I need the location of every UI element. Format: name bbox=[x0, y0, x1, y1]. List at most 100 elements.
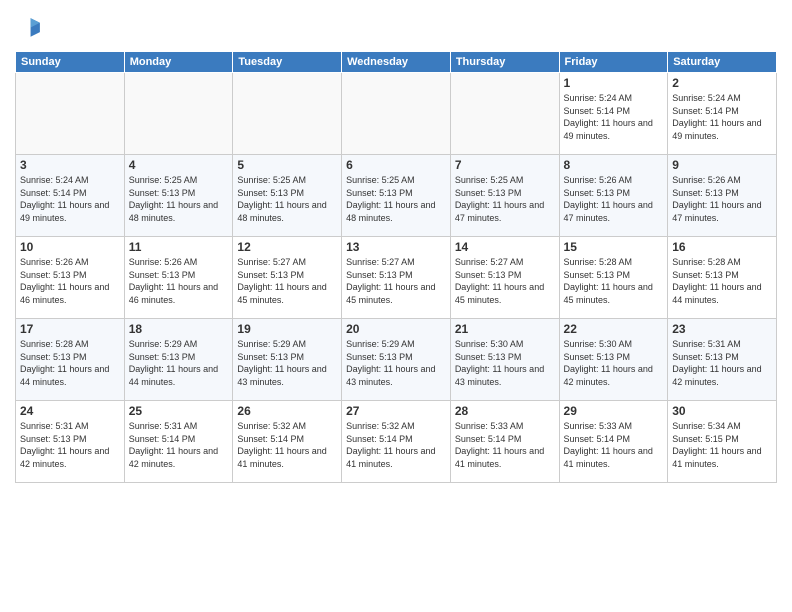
calendar-cell: 7 Sunrise: 5:25 AMSunset: 5:13 PMDaylight… bbox=[450, 155, 559, 237]
day-info: Sunrise: 5:33 AMSunset: 5:14 PMDaylight:… bbox=[455, 420, 555, 470]
day-number: 21 bbox=[455, 322, 555, 336]
weekday-header-sunday: Sunday bbox=[16, 52, 125, 73]
day-number: 23 bbox=[672, 322, 772, 336]
calendar-cell: 15 Sunrise: 5:28 AMSunset: 5:13 PMDayligh… bbox=[559, 237, 668, 319]
calendar-cell: 20 Sunrise: 5:29 AMSunset: 5:13 PMDayligh… bbox=[342, 319, 451, 401]
calendar-week-row: 1Sunrise: 5:24 AMSunset: 5:14 PMDaylight… bbox=[16, 73, 777, 155]
weekday-header-wednesday: Wednesday bbox=[342, 52, 451, 73]
day-info: Sunrise: 5:27 AMSunset: 5:13 PMDaylight:… bbox=[455, 256, 555, 306]
day-info: Sunrise: 5:24 AMSunset: 5:14 PMDaylight:… bbox=[20, 174, 120, 224]
day-number: 28 bbox=[455, 404, 555, 418]
calendar-cell: 2Sunrise: 5:24 AMSunset: 5:14 PMDaylight… bbox=[668, 73, 777, 155]
day-info: Sunrise: 5:27 AMSunset: 5:13 PMDaylight:… bbox=[346, 256, 446, 306]
weekday-header-thursday: Thursday bbox=[450, 52, 559, 73]
day-info: Sunrise: 5:25 AMSunset: 5:13 PMDaylight:… bbox=[346, 174, 446, 224]
day-info: Sunrise: 5:26 AMSunset: 5:13 PMDaylight:… bbox=[20, 256, 120, 306]
day-number: 26 bbox=[237, 404, 337, 418]
header bbox=[15, 10, 777, 43]
day-info: Sunrise: 5:26 AMSunset: 5:13 PMDaylight:… bbox=[129, 256, 229, 306]
calendar-cell: 5 Sunrise: 5:25 AMSunset: 5:13 PMDaylight… bbox=[233, 155, 342, 237]
calendar-cell bbox=[342, 73, 451, 155]
day-number: 30 bbox=[672, 404, 772, 418]
calendar-cell bbox=[450, 73, 559, 155]
calendar-cell: 24 Sunrise: 5:31 AMSunset: 5:13 PMDayligh… bbox=[16, 401, 125, 483]
calendar-table: SundayMondayTuesdayWednesdayThursdayFrid… bbox=[15, 51, 777, 483]
day-info: Sunrise: 5:29 AMSunset: 5:13 PMDaylight:… bbox=[346, 338, 446, 388]
calendar-cell: 14 Sunrise: 5:27 AMSunset: 5:13 PMDayligh… bbox=[450, 237, 559, 319]
day-number: 13 bbox=[346, 240, 446, 254]
day-info: Sunrise: 5:31 AMSunset: 5:13 PMDaylight:… bbox=[672, 338, 772, 388]
calendar-week-row: 10 Sunrise: 5:26 AMSunset: 5:13 PMDayligh… bbox=[16, 237, 777, 319]
weekday-header-monday: Monday bbox=[124, 52, 233, 73]
day-info: Sunrise: 5:28 AMSunset: 5:13 PMDaylight:… bbox=[564, 256, 664, 306]
day-info: Sunrise: 5:25 AMSunset: 5:13 PMDaylight:… bbox=[455, 174, 555, 224]
calendar-cell: 4 Sunrise: 5:25 AMSunset: 5:13 PMDaylight… bbox=[124, 155, 233, 237]
day-number: 7 bbox=[455, 158, 555, 172]
calendar-cell: 9 Sunrise: 5:26 AMSunset: 5:13 PMDaylight… bbox=[668, 155, 777, 237]
day-info: Sunrise: 5:30 AMSunset: 5:13 PMDaylight:… bbox=[455, 338, 555, 388]
day-number: 25 bbox=[129, 404, 229, 418]
calendar-cell: 13 Sunrise: 5:27 AMSunset: 5:13 PMDayligh… bbox=[342, 237, 451, 319]
calendar-cell: 12Sunrise: 5:27 AMSunset: 5:13 PMDayligh… bbox=[233, 237, 342, 319]
calendar-cell: 11 Sunrise: 5:26 AMSunset: 5:13 PMDayligh… bbox=[124, 237, 233, 319]
day-info: Sunrise: 5:28 AMSunset: 5:13 PMDaylight:… bbox=[20, 338, 120, 388]
day-number: 3 bbox=[20, 158, 120, 172]
calendar-cell bbox=[233, 73, 342, 155]
calendar-week-row: 3 Sunrise: 5:24 AMSunset: 5:14 PMDaylight… bbox=[16, 155, 777, 237]
calendar-cell: 10 Sunrise: 5:26 AMSunset: 5:13 PMDayligh… bbox=[16, 237, 125, 319]
day-number: 19 bbox=[237, 322, 337, 336]
calendar-cell: 29 Sunrise: 5:33 AMSunset: 5:14 PMDayligh… bbox=[559, 401, 668, 483]
calendar-cell: 19Sunrise: 5:29 AMSunset: 5:13 PMDayligh… bbox=[233, 319, 342, 401]
calendar-cell: 22 Sunrise: 5:30 AMSunset: 5:13 PMDayligh… bbox=[559, 319, 668, 401]
calendar-page: SundayMondayTuesdayWednesdayThursdayFrid… bbox=[0, 0, 792, 612]
day-number: 29 bbox=[564, 404, 664, 418]
day-number: 15 bbox=[564, 240, 664, 254]
calendar-cell: 1Sunrise: 5:24 AMSunset: 5:14 PMDaylight… bbox=[559, 73, 668, 155]
day-number: 5 bbox=[237, 158, 337, 172]
logo bbox=[15, 15, 47, 43]
day-info: Sunrise: 5:28 AMSunset: 5:13 PMDaylight:… bbox=[672, 256, 772, 306]
calendar-cell: 3 Sunrise: 5:24 AMSunset: 5:14 PMDaylight… bbox=[16, 155, 125, 237]
calendar-cell: 6 Sunrise: 5:25 AMSunset: 5:13 PMDaylight… bbox=[342, 155, 451, 237]
logo-icon bbox=[15, 15, 43, 43]
day-info: Sunrise: 5:32 AMSunset: 5:14 PMDaylight:… bbox=[237, 420, 337, 470]
day-info: Sunrise: 5:27 AMSunset: 5:13 PMDaylight:… bbox=[237, 256, 337, 306]
calendar-cell: 17 Sunrise: 5:28 AMSunset: 5:13 PMDayligh… bbox=[16, 319, 125, 401]
day-number: 6 bbox=[346, 158, 446, 172]
day-number: 8 bbox=[564, 158, 664, 172]
day-info: Sunrise: 5:31 AMSunset: 5:13 PMDaylight:… bbox=[20, 420, 120, 470]
day-info: Sunrise: 5:25 AMSunset: 5:13 PMDaylight:… bbox=[129, 174, 229, 224]
day-info: Sunrise: 5:34 AMSunset: 5:15 PMDaylight:… bbox=[672, 420, 772, 470]
day-number: 24 bbox=[20, 404, 120, 418]
day-number: 20 bbox=[346, 322, 446, 336]
day-number: 18 bbox=[129, 322, 229, 336]
day-info: Sunrise: 5:32 AMSunset: 5:14 PMDaylight:… bbox=[346, 420, 446, 470]
day-info: Sunrise: 5:30 AMSunset: 5:13 PMDaylight:… bbox=[564, 338, 664, 388]
calendar-cell: 21 Sunrise: 5:30 AMSunset: 5:13 PMDayligh… bbox=[450, 319, 559, 401]
calendar-cell bbox=[124, 73, 233, 155]
day-number: 11 bbox=[129, 240, 229, 254]
calendar-cell: 25 Sunrise: 5:31 AMSunset: 5:14 PMDayligh… bbox=[124, 401, 233, 483]
day-info: Sunrise: 5:24 AMSunset: 5:14 PMDaylight:… bbox=[672, 92, 772, 142]
day-number: 22 bbox=[564, 322, 664, 336]
calendar-week-row: 17 Sunrise: 5:28 AMSunset: 5:13 PMDayligh… bbox=[16, 319, 777, 401]
calendar-week-row: 24 Sunrise: 5:31 AMSunset: 5:13 PMDayligh… bbox=[16, 401, 777, 483]
calendar-cell: 27 Sunrise: 5:32 AMSunset: 5:14 PMDayligh… bbox=[342, 401, 451, 483]
day-number: 9 bbox=[672, 158, 772, 172]
day-info: Sunrise: 5:26 AMSunset: 5:13 PMDaylight:… bbox=[672, 174, 772, 224]
day-info: Sunrise: 5:31 AMSunset: 5:14 PMDaylight:… bbox=[129, 420, 229, 470]
day-number: 14 bbox=[455, 240, 555, 254]
day-info: Sunrise: 5:25 AMSunset: 5:13 PMDaylight:… bbox=[237, 174, 337, 224]
day-number: 16 bbox=[672, 240, 772, 254]
weekday-header-tuesday: Tuesday bbox=[233, 52, 342, 73]
calendar-cell: 18Sunrise: 5:29 AMSunset: 5:13 PMDayligh… bbox=[124, 319, 233, 401]
day-number: 27 bbox=[346, 404, 446, 418]
weekday-header-saturday: Saturday bbox=[668, 52, 777, 73]
calendar-cell: 23 Sunrise: 5:31 AMSunset: 5:13 PMDayligh… bbox=[668, 319, 777, 401]
calendar-cell: 28 Sunrise: 5:33 AMSunset: 5:14 PMDayligh… bbox=[450, 401, 559, 483]
calendar-cell: 16 Sunrise: 5:28 AMSunset: 5:13 PMDayligh… bbox=[668, 237, 777, 319]
day-number: 4 bbox=[129, 158, 229, 172]
day-number: 17 bbox=[20, 322, 120, 336]
day-number: 10 bbox=[20, 240, 120, 254]
day-info: Sunrise: 5:33 AMSunset: 5:14 PMDaylight:… bbox=[564, 420, 664, 470]
